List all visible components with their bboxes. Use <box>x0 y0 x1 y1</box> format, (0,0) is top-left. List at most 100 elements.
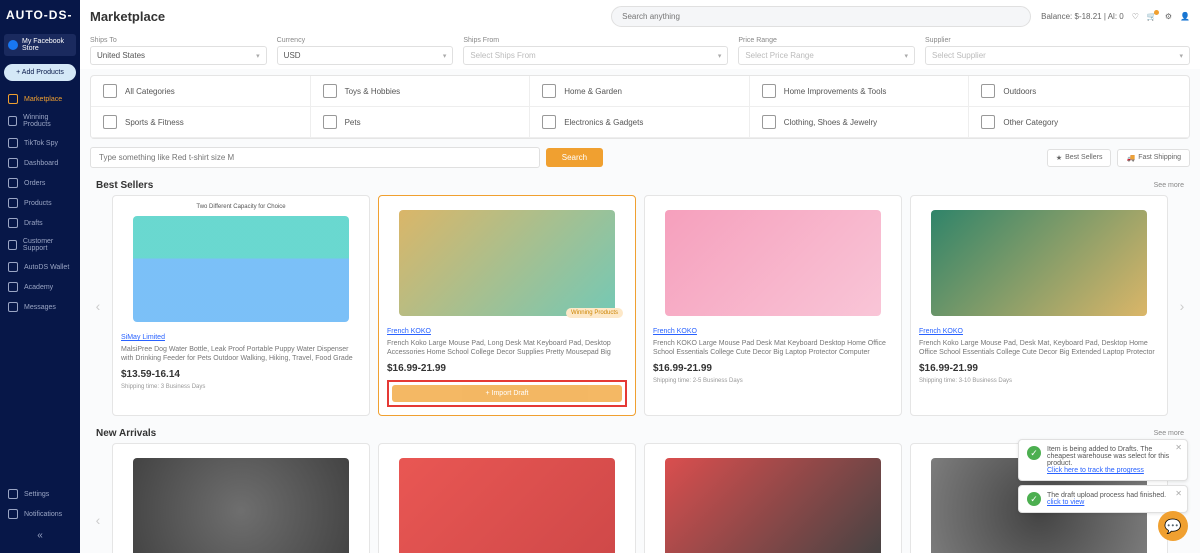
quicklink-label: Fast Shipping <box>1138 154 1181 161</box>
balance-label: Balance: $-18.21 | Al: 0 <box>1041 12 1124 21</box>
section-title-best-sellers: Best Sellers <box>96 180 153 191</box>
import-draft-button[interactable]: + Import Draft <box>392 385 622 402</box>
supplier-link[interactable]: French KOKO <box>387 328 627 335</box>
other-icon <box>981 115 995 129</box>
brand-logo: AUTO-DS- <box>0 0 80 30</box>
sidebar-item-label: Settings <box>24 491 49 498</box>
product-image <box>121 452 361 553</box>
toast-link[interactable]: click to view <box>1047 499 1084 506</box>
product-title: French Koko Large Mouse Pad, Desk Mat, K… <box>919 339 1159 357</box>
product-card[interactable]: Winning Products French KOKO French Koko… <box>378 195 636 416</box>
category-other[interactable]: Other Category <box>969 107 1189 138</box>
product-image <box>653 204 893 322</box>
sidebar-item-autods-wallet[interactable]: AutoDS Wallet <box>0 257 80 277</box>
sidebar-item-products[interactable]: Products <box>0 193 80 213</box>
category-electronics[interactable]: Electronics & Gadgets <box>530 107 750 138</box>
product-card[interactable]: AutoDS Suppliers Discounted Prices <box>378 443 636 553</box>
carousel-next-button[interactable]: › <box>1174 298 1190 314</box>
chevron-down-icon: ▾ <box>1180 52 1184 60</box>
star-icon: ★ <box>1056 154 1062 162</box>
see-more-link[interactable]: See more <box>1154 182 1184 189</box>
sidebar-item-label: Academy <box>24 284 53 291</box>
sidebar-item-messages[interactable]: Messages <box>0 297 80 317</box>
support-icon <box>8 240 17 250</box>
filter-label: Ships From <box>463 37 728 44</box>
page-title: Marketplace <box>90 9 165 24</box>
category-pets[interactable]: Pets <box>311 107 531 138</box>
close-icon[interactable]: ✕ <box>1175 489 1182 498</box>
add-products-button[interactable]: + Add Products <box>4 64 76 81</box>
category-sports[interactable]: Sports & Fitness <box>91 107 311 138</box>
sidebar-item-customer-support[interactable]: Customer Support <box>0 233 80 257</box>
ships-from-select[interactable]: Select Ships From▾ <box>463 46 728 65</box>
collapse-sidebar-button[interactable]: « <box>0 524 80 547</box>
product-card[interactable]: AutoDS Suppliers Discounted Prices <box>112 443 370 553</box>
supplier-link[interactable]: French KOKO <box>919 328 1159 335</box>
settings-icon[interactable]: ⚙ <box>1165 12 1172 21</box>
sports-icon <box>103 115 117 129</box>
orders-icon <box>8 178 18 188</box>
product-card[interactable]: Two Different Capacity for Choice SiMay … <box>112 195 370 416</box>
category-label: Sports & Fitness <box>125 118 184 127</box>
category-all[interactable]: All Categories <box>91 76 311 107</box>
product-card[interactable]: French KOKO French Koko Large Mouse Pad,… <box>910 195 1168 416</box>
supplier-link[interactable]: French KOKO <box>653 328 893 335</box>
sidebar-item-settings[interactable]: Settings <box>0 484 80 504</box>
shipping-time: Shipping time: 2-5 Business Days <box>653 378 893 384</box>
ships-to-select[interactable]: United States▾ <box>90 46 267 65</box>
category-home-improvements[interactable]: Home Improvements & Tools <box>750 76 970 107</box>
heart-icon[interactable]: ♡ <box>1132 12 1139 21</box>
toast-message: Item is being added to Drafts. The cheap… <box>1047 446 1169 467</box>
search-button[interactable]: Search <box>546 148 603 167</box>
sidebar-item-notifications[interactable]: Notifications <box>0 504 80 524</box>
wallet-icon <box>8 262 18 272</box>
sidebar-item-label: Orders <box>24 180 45 187</box>
gear-icon <box>8 489 18 499</box>
sidebar-item-drafts[interactable]: Drafts <box>0 213 80 233</box>
sidebar-item-marketplace[interactable]: Marketplace <box>0 89 80 109</box>
carousel-prev-button[interactable]: ‹ <box>90 512 106 528</box>
select-value: Select Ships From <box>470 51 535 60</box>
truck-icon: 🚚 <box>1126 154 1135 162</box>
category-label: All Categories <box>125 87 175 96</box>
user-icon[interactable]: 👤 <box>1180 12 1190 21</box>
toast-message: The draft upload process had finished. <box>1047 492 1166 499</box>
quicklink-label: Best Sellers <box>1065 154 1102 161</box>
category-toys[interactable]: Toys & Hobbies <box>311 76 531 107</box>
price-range-select[interactable]: Select Price Range▾ <box>738 46 915 65</box>
fast-shipping-quicklink[interactable]: 🚚Fast Shipping <box>1117 149 1190 167</box>
sidebar-item-label: Customer Support <box>23 238 72 252</box>
chat-button[interactable]: 💬 <box>1158 511 1188 541</box>
sidebar-item-orders[interactable]: Orders <box>0 173 80 193</box>
sidebar-item-label: Drafts <box>24 220 43 227</box>
product-card[interactable]: French KOKO French KOKO Large Mouse Pad … <box>644 195 902 416</box>
store-selector[interactable]: My Facebook Store <box>4 34 76 56</box>
sidebar-item-dashboard[interactable]: Dashboard <box>0 153 80 173</box>
sidebar-item-academy[interactable]: Academy <box>0 277 80 297</box>
currency-select[interactable]: USD▾ <box>277 46 454 65</box>
supplier-link[interactable]: SiMay Limited <box>121 334 361 341</box>
category-clothing[interactable]: Clothing, Shoes & Jewelry <box>750 107 970 138</box>
supplier-select[interactable]: Select Supplier▾ <box>925 46 1190 65</box>
product-title: French KOKO Large Mouse Pad Desk Mat Key… <box>653 339 893 357</box>
toast-link[interactable]: Click here to track the progress <box>1047 467 1144 474</box>
sidebar-item-label: Marketplace <box>24 96 62 103</box>
close-icon[interactable]: ✕ <box>1175 443 1182 452</box>
product-search-input[interactable] <box>90 147 540 168</box>
category-home-garden[interactable]: Home & Garden <box>530 76 750 107</box>
sidebar-item-winning-products[interactable]: Winning Products <box>0 109 80 133</box>
sidebar-item-label: Dashboard <box>24 160 58 167</box>
sidebar-item-tiktok-spy[interactable]: TikTok Spy <box>0 133 80 153</box>
carousel-prev-button[interactable]: ‹ <box>90 298 106 314</box>
check-icon: ✓ <box>1027 492 1041 506</box>
category-label: Toys & Hobbies <box>345 87 401 96</box>
global-search-input[interactable] <box>611 6 1031 27</box>
best-sellers-quicklink[interactable]: ★Best Sellers <box>1047 149 1112 167</box>
cart-icon[interactable]: 🛒 <box>1147 12 1157 21</box>
messages-icon <box>8 302 18 312</box>
product-card[interactable]: AutoDS Suppliers Discounted Prices <box>644 443 902 553</box>
category-outdoors[interactable]: Outdoors <box>969 76 1189 107</box>
see-more-link[interactable]: See more <box>1154 430 1184 437</box>
shipping-time: Shipping time: 3-10 Business Days <box>919 378 1159 384</box>
chevron-down-icon: ▾ <box>905 52 909 60</box>
